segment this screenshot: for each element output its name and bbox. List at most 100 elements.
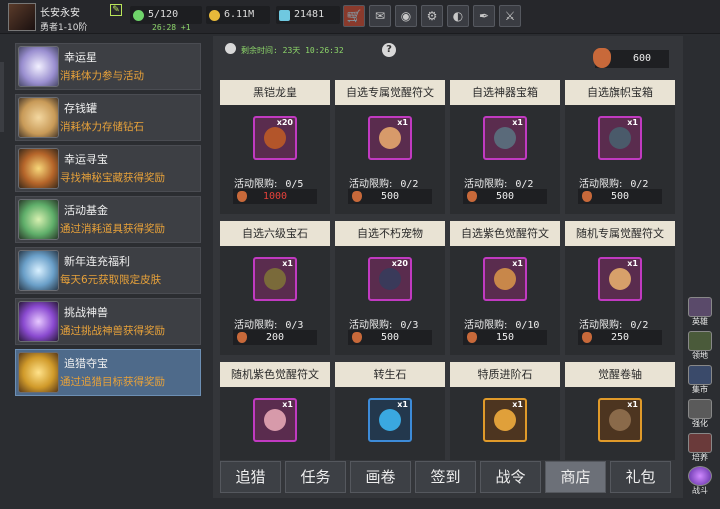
mail-icon[interactable]: ✉ xyxy=(369,5,391,27)
enhance-icon xyxy=(688,399,712,419)
sidebar-item-piggy-bank[interactable]: 存钱罐 消耗体力存储钻石 xyxy=(15,94,201,141)
sidebar-item-desc: 每天6元获取限定皮肤 xyxy=(60,274,162,286)
shop-item-card[interactable]: 自选六级宝石 x1 活动限购: 0/3 200 xyxy=(220,221,330,355)
item-count: x1 xyxy=(627,259,638,268)
item-name: 特质进阶石 xyxy=(450,362,560,387)
price-button[interactable]: 200 xyxy=(233,330,317,345)
gamepad-icon[interactable]: ◉ xyxy=(395,5,417,27)
item-count: x1 xyxy=(627,118,638,127)
sidebar-item-fund[interactable]: 活动基金 通过消耗道具获得奖励 xyxy=(15,196,201,243)
price-button[interactable]: 500 xyxy=(463,189,547,204)
crossed-swords-icon[interactable]: ⚔ xyxy=(499,5,521,27)
gem-icon xyxy=(279,10,290,21)
gold-value: 6.11M xyxy=(224,9,255,20)
shop-item-card[interactable]: 特质进阶石 x1 xyxy=(450,362,560,460)
color-wheel-icon[interactable]: ◐ xyxy=(447,5,469,27)
stamina-timer: 26:28 +1 xyxy=(152,23,191,32)
avatar[interactable] xyxy=(8,3,36,31)
item-icon[interactable]: x1 xyxy=(598,398,642,442)
sidebar-item-new-year[interactable]: 新年连充福利 每天6元获取限定皮肤 xyxy=(15,247,201,294)
tab-gift-pack[interactable]: 礼包 xyxy=(610,461,671,493)
tab-checkin[interactable]: 签到 xyxy=(415,461,476,493)
side-menu-label: 英雄 xyxy=(692,317,708,326)
item-count: x1 xyxy=(512,259,523,268)
item-icon[interactable]: x1 xyxy=(483,116,527,160)
money-bag-icon xyxy=(237,332,247,343)
item-icon[interactable]: x1 xyxy=(253,398,297,442)
price-button[interactable]: 150 xyxy=(463,330,547,345)
item-icon[interactable]: x20 xyxy=(253,116,297,160)
sidebar-item-title: 活动基金 xyxy=(64,204,108,217)
price-button[interactable]: 500 xyxy=(348,189,432,204)
item-icon[interactable]: x1 xyxy=(368,116,412,160)
money-bag-icon xyxy=(352,191,362,202)
shop-item-card[interactable]: 自选紫色觉醒符文 x1 活动限购: 0/10 150 xyxy=(450,221,560,355)
stamina-value: 5/120 xyxy=(148,9,179,20)
tab-battlepass[interactable]: 战令 xyxy=(480,461,541,493)
item-count: x1 xyxy=(627,400,638,409)
shop-icon[interactable]: 🛒 xyxy=(343,5,365,27)
shop-item-card[interactable]: 自选旗帜宝箱 x1 活动限购: 0/2 500 xyxy=(565,80,675,214)
player-level: 勇者1-10阶 xyxy=(40,23,88,33)
money-bag-icon xyxy=(593,48,611,68)
beast-claw-icon xyxy=(18,301,59,342)
item-name: 自选六级宝石 xyxy=(220,221,330,246)
side-menu-battle[interactable]: 战斗 xyxy=(686,466,714,498)
item-name: 黑铠龙皇 xyxy=(220,80,330,105)
item-icon[interactable]: x1 xyxy=(368,398,412,442)
purchase-limit: 活动限购: 0/2 xyxy=(464,175,533,190)
money-bag-icon xyxy=(18,199,59,240)
price-button[interactable]: 500 xyxy=(348,330,432,345)
sidebar-item-lucky-star[interactable]: 幸运星 消耗体力参与活动 xyxy=(15,43,201,90)
item-count: x1 xyxy=(512,118,523,127)
money-bag-icon xyxy=(467,332,477,343)
item-icon[interactable]: x20 xyxy=(368,257,412,301)
quill-icon[interactable]: ✒ xyxy=(473,5,495,27)
sidebar-item-desc: 通过追猎目标获得奖励 xyxy=(60,376,165,388)
edit-name-icon[interactable]: ✎ xyxy=(110,4,122,16)
sidebar-item-hunt[interactable]: 追猎夺宝 通过追猎目标获得奖励 xyxy=(15,349,201,396)
item-icon[interactable]: x1 xyxy=(483,398,527,442)
shop-item-card[interactable]: 自选不朽宠物 x20 活动限购: 0/3 500 xyxy=(335,221,445,355)
shop-item-card[interactable]: 随机紫色觉醒符文 x1 xyxy=(220,362,330,460)
item-count: x20 xyxy=(276,118,293,127)
item-icon[interactable]: x1 xyxy=(253,257,297,301)
sidebar-item-title: 存钱罐 xyxy=(64,102,97,115)
side-menu-market[interactable]: 集市 xyxy=(686,365,714,397)
item-icon[interactable]: x1 xyxy=(598,257,642,301)
price-button[interactable]: 500 xyxy=(578,189,662,204)
item-icon[interactable]: x1 xyxy=(483,257,527,301)
purchase-limit: 活动限购: 0/3 xyxy=(349,316,418,331)
tab-scroll[interactable]: 画卷 xyxy=(350,461,411,493)
item-icon[interactable]: x1 xyxy=(598,116,642,160)
sidebar-item-treasure-hunt[interactable]: 幸运寻宝 寻找神秘宝藏获得奖励 xyxy=(15,145,201,192)
shop-item-card[interactable]: 黑铠龙皇 x20 活动限购: 0/5 1000 xyxy=(220,80,330,214)
shop-item-card[interactable]: 随机专属觉醒符文 x1 活动限购: 0/2 250 xyxy=(565,221,675,355)
purchase-limit: 活动限购: 0/5 xyxy=(234,175,303,190)
treasure-map-icon xyxy=(18,148,59,189)
item-name: 转生石 xyxy=(335,362,445,387)
tab-shop[interactable]: 商店 xyxy=(545,461,606,493)
side-menu-territory[interactable]: 领地 xyxy=(686,331,714,363)
side-menu-train[interactable]: 培养 xyxy=(686,433,714,465)
side-menu-enhance[interactable]: 强化 xyxy=(686,399,714,431)
shop-item-card[interactable]: 转生石 x1 xyxy=(335,362,445,460)
help-icon[interactable]: ? xyxy=(382,43,396,57)
shop-item-card[interactable]: 自选专属觉醒符文 x1 活动限购: 0/2 500 xyxy=(335,80,445,214)
countdown-value: 23天 10:26:32 xyxy=(282,46,344,55)
item-count: x1 xyxy=(512,400,523,409)
price-value: 250 xyxy=(610,332,630,343)
shop-item-card[interactable]: 觉醒卷轴 x1 xyxy=(565,362,675,460)
price-button[interactable]: 1000 xyxy=(233,189,317,204)
sidebar-item-beast[interactable]: 挑战神兽 通过挑战神兽获得奖励 xyxy=(15,298,201,345)
piggy-bank-icon xyxy=(18,97,59,138)
side-menu-heroes[interactable]: 英雄 xyxy=(686,297,714,329)
price-button[interactable]: 250 xyxy=(578,330,662,345)
sidebar-item-title: 挑战神兽 xyxy=(64,306,108,319)
shop-item-card[interactable]: 自选神器宝箱 x1 活动限购: 0/2 500 xyxy=(450,80,560,214)
sidebar-item-title: 幸运寻宝 xyxy=(64,153,108,166)
left-edge-tab[interactable] xyxy=(0,62,4,132)
tab-hunt[interactable]: 追猎 xyxy=(220,461,281,493)
gear-icon[interactable]: ⚙ xyxy=(421,5,443,27)
tab-tasks[interactable]: 任务 xyxy=(285,461,346,493)
